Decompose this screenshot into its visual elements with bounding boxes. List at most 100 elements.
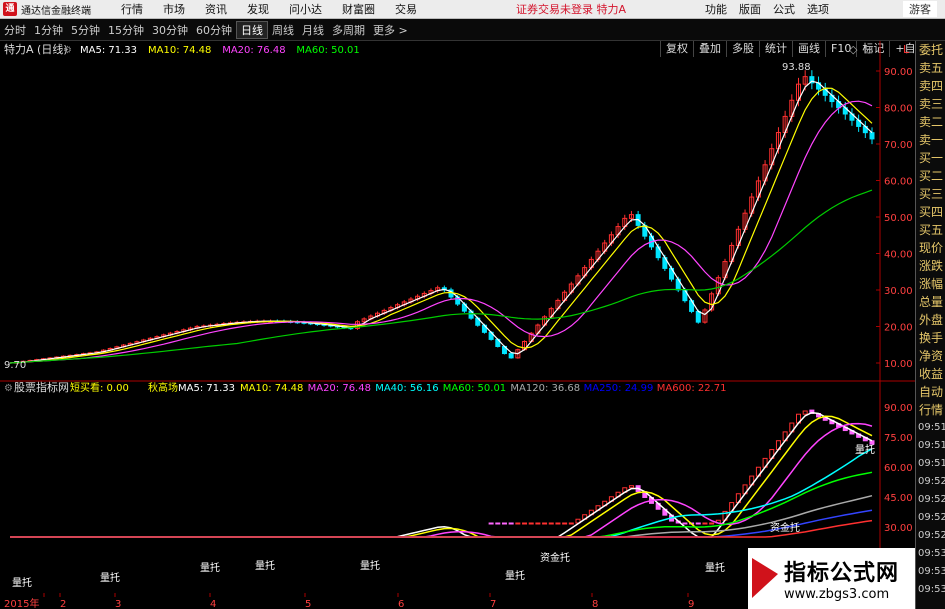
sub-y-tick: 60.00: [884, 463, 913, 474]
kline-chart[interactable]: 特力A (日线) ⚙ MA5: 71.33 MA10: 74.48 MA20: 76…: [0, 41, 915, 609]
low-price-label: 9.70: [4, 360, 26, 371]
sub-candle: [495, 522, 501, 525]
main-y-tick: 40.00: [884, 250, 913, 261]
x-tick: 7: [490, 599, 496, 609]
x-tick: 6: [398, 599, 404, 609]
sub-annotation: 量托: [705, 561, 725, 574]
menu-ask[interactable]: 问小达: [279, 1, 332, 17]
tab-multi-period[interactable]: 多周期: [328, 22, 369, 38]
period-bar: 分时 1分钟 5分钟 15分钟 30分钟 60分钟 日线 周线 月线 多周期 更…: [0, 19, 945, 57]
diamond-icon[interactable]: ◇: [849, 43, 858, 56]
menu-layout[interactable]: 版面: [733, 1, 767, 17]
sub-gear-icon[interactable]: ⚙: [4, 383, 13, 394]
tick-time-6: 09:52: [918, 530, 945, 541]
watermark-url: www.zbgs3.com: [784, 587, 890, 602]
menu-market[interactable]: 市场: [153, 1, 195, 17]
sub-candle: [628, 485, 634, 489]
sub-chart-title: 股票指标网: [14, 380, 69, 394]
candle-body: [695, 310, 701, 323]
x-tick: 2015年: [4, 597, 39, 609]
sub-candle: [528, 522, 534, 525]
ma-legend-0: MA5: 71.33: [80, 45, 137, 56]
gear-icon[interactable]: ⚙: [63, 45, 72, 56]
quote-label-0: 委托: [919, 43, 944, 57]
tab-monthly[interactable]: 月线: [298, 22, 328, 38]
sub-annotation: 量托: [505, 569, 525, 582]
menu-wealth[interactable]: 财富圈: [332, 1, 385, 17]
main-chart-title: 特力A (日线): [4, 42, 68, 56]
ma-legend-1: MA10: 74.48: [148, 45, 211, 56]
x-axis: 2015年 2 3 4 5 6 7 8 9: [4, 593, 694, 609]
guest-button[interactable]: 游客: [903, 1, 937, 17]
x-tick: 9: [688, 599, 694, 609]
tab-30min[interactable]: 30分钟: [148, 22, 192, 38]
watermark: 指标公式网 www.zbgs3.com: [748, 548, 915, 609]
quote-label-18: 收益: [919, 367, 944, 381]
tick-time-1: 09:51: [918, 440, 945, 451]
quote-label-5: 卖一: [919, 133, 944, 147]
menu-bar: 通 通达信金融终端 行情 市场 资讯 发现 问小达 财富圈 交易 证券交易未登录…: [0, 0, 945, 19]
x-tick: 4: [210, 599, 216, 609]
x-tick: 3: [115, 599, 121, 609]
main-y-tick: 10.00: [884, 359, 913, 370]
sub-candle: [501, 522, 507, 525]
tab-1min[interactable]: 1分钟: [30, 22, 67, 38]
menu-discover[interactable]: 发现: [237, 1, 279, 17]
sub-candle: [488, 522, 494, 525]
sub-candle: [548, 522, 554, 525]
high-price-label: 93.88: [782, 62, 811, 73]
main-y-tick: 20.00: [884, 323, 913, 334]
main-y-tick: 70.00: [884, 140, 913, 151]
ma-legend-3: MA60: 50.01: [296, 45, 359, 56]
sub-y-tick: 75.00: [884, 433, 913, 444]
quote-label-1: 卖五: [919, 61, 944, 75]
sub-candle: [709, 522, 715, 525]
tab-weekly[interactable]: 周线: [268, 22, 298, 38]
main-ma-legend: MA5: 71.33 MA10: 74.48 MA20: 76.48 MA60: 50…: [80, 45, 360, 56]
sub-candle: [515, 522, 521, 525]
candle-body: [508, 353, 514, 359]
sub-candle: [555, 522, 561, 525]
tick-time-9: 09:53: [918, 584, 945, 595]
tab-15min[interactable]: 15分钟: [104, 22, 148, 38]
menu-formula[interactable]: 公式: [767, 1, 801, 17]
watermark-logo-icon: [752, 558, 778, 598]
login-warning[interactable]: 证券交易未登录 特力A: [516, 1, 626, 17]
menu-function[interactable]: 功能: [699, 1, 733, 17]
quote-label-16: 换手: [919, 331, 944, 345]
sub-lines: [10, 411, 873, 538]
sub-candle: [568, 522, 574, 525]
main-y-tick: 30.00: [884, 286, 913, 297]
sub-annotation: 量托: [100, 571, 120, 584]
collapse-icon[interactable]: ⊟: [864, 43, 873, 56]
panel-tab-0[interactable]: 自动: [916, 383, 945, 401]
tab-daily[interactable]: 日线: [236, 20, 268, 39]
main-y-tick: 50.00: [884, 213, 913, 224]
menu-quotes[interactable]: 行情: [111, 1, 153, 17]
menu-options[interactable]: 选项: [801, 1, 835, 17]
menu-news[interactable]: 资讯: [195, 1, 237, 17]
app-logo-icon: 通: [3, 2, 17, 16]
quote-label-17: 净资: [919, 349, 944, 363]
main-y-tick: 80.00: [884, 104, 913, 115]
sub-annotation: 量托: [200, 561, 220, 574]
quote-label-7: 买二: [919, 169, 944, 183]
quote-label-10: 买五: [919, 223, 944, 237]
sub-legend-1: 秋高场: [148, 381, 178, 394]
sub-annotation: 量托: [360, 559, 380, 572]
quote-label-8: 买三: [919, 187, 944, 201]
quote-label-12: 涨跌: [919, 259, 944, 273]
menu-trade[interactable]: 交易: [385, 1, 427, 17]
quote-label-2: 卖四: [919, 79, 944, 93]
tab-intraday[interactable]: 分时: [0, 22, 30, 38]
sub-y-tick: 90.00: [884, 403, 913, 414]
ma-legend-2: MA20: 76.48: [222, 45, 285, 56]
sub-candle: [695, 522, 701, 525]
x-tick: 5: [305, 599, 311, 609]
sub-legend-5: MA40: 56.16: [375, 383, 438, 394]
more-button[interactable]: 更多 >: [369, 22, 412, 38]
right-menus: 功能 版面 公式 选项: [699, 1, 835, 17]
tab-60min[interactable]: 60分钟: [192, 22, 236, 38]
tab-5min[interactable]: 5分钟: [67, 22, 104, 38]
panel-tab-1[interactable]: 行情: [916, 401, 945, 419]
